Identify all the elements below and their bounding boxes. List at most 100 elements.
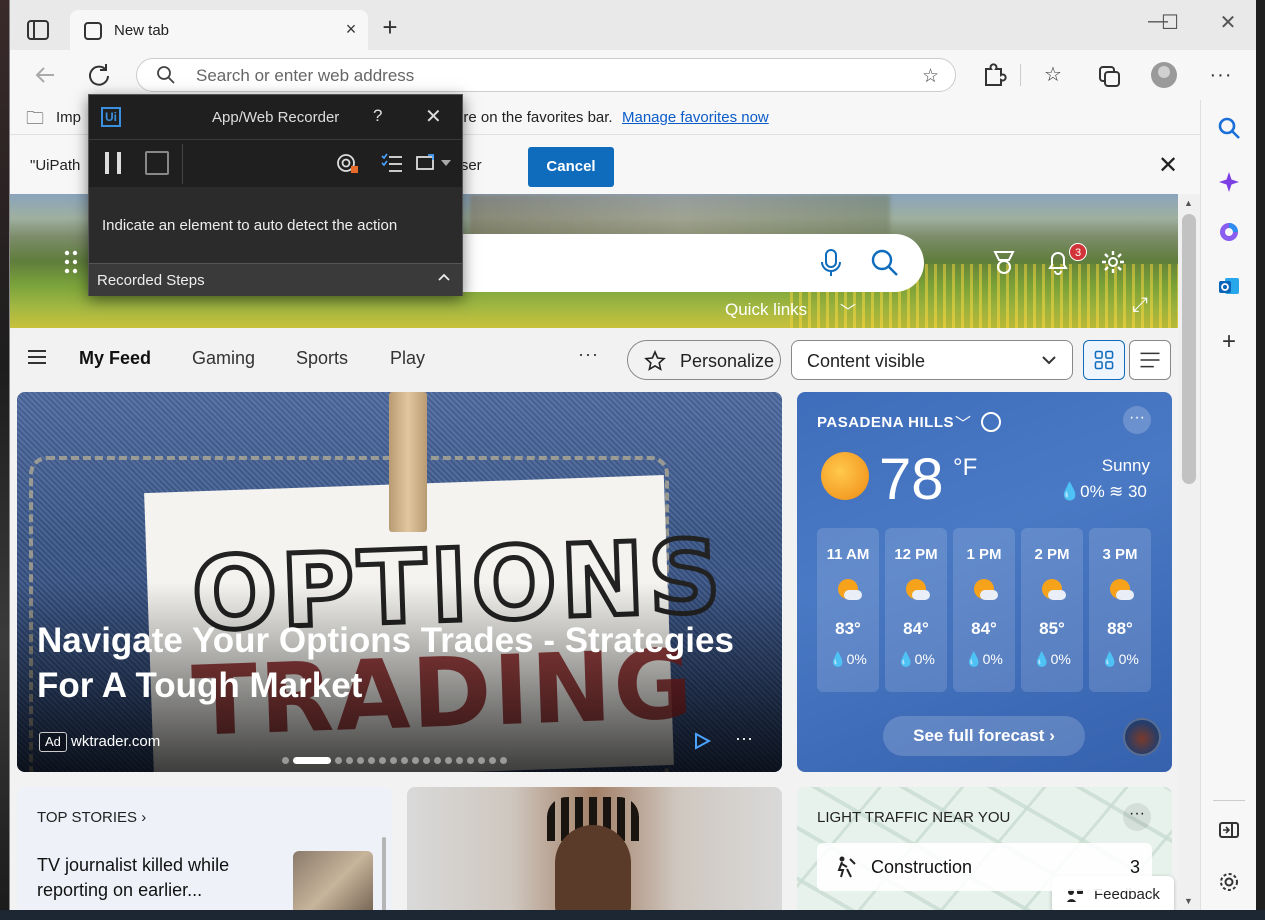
hourly-item[interactable]: 1 PM 84° 💧0% <box>953 528 1015 692</box>
story-headline[interactable]: TV journalist killed while reporting on … <box>37 853 277 903</box>
weather-more-button[interactable]: ··· <box>1123 406 1151 434</box>
hourly-item[interactable]: 2 PM 85° 💧0% <box>1021 528 1083 692</box>
story-thumbnail[interactable] <box>293 851 373 910</box>
close-icon[interactable]: ✕ <box>425 104 442 129</box>
help-icon[interactable]: ? <box>373 106 382 126</box>
carousel-dot[interactable] <box>357 756 364 764</box>
list-layout-icon[interactable] <box>1129 340 1171 380</box>
carousel-dot[interactable] <box>489 756 496 764</box>
tab-actions-icon[interactable] <box>24 16 52 44</box>
save-icon[interactable] <box>145 151 169 175</box>
scrollbar[interactable] <box>382 837 386 910</box>
target-icon[interactable] <box>335 151 361 175</box>
scroll-thumb[interactable] <box>1182 214 1196 484</box>
web-search-box[interactable] <box>430 234 924 292</box>
personalize-button[interactable]: Personalize <box>627 340 781 380</box>
chevron-down-icon[interactable]: ﹀ <box>955 410 971 434</box>
maximize-button[interactable]: ☐ <box>1150 10 1190 35</box>
ad-source[interactable]: wktrader.com <box>71 733 160 750</box>
settings-more-icon[interactable]: ··· <box>1206 61 1236 89</box>
rewards-icon[interactable] <box>990 248 1018 276</box>
recorded-steps-header[interactable]: Recorded Steps <box>89 263 462 296</box>
weather-location[interactable]: PASADENA HILLS <box>817 414 954 431</box>
carousel-dot[interactable] <box>423 756 430 764</box>
ad-more-button[interactable]: ··· <box>735 728 753 749</box>
featured-ad-card[interactable]: OPTIONS TRADING Navigate Your Options Tr… <box>17 392 782 772</box>
tab-my-feed[interactable]: My Feed <box>79 348 151 369</box>
globe-icon[interactable] <box>981 412 1001 432</box>
content-visibility-select[interactable]: Content visible <box>791 340 1073 380</box>
grid-layout-icon[interactable] <box>1083 340 1125 380</box>
menu-icon[interactable] <box>28 350 46 364</box>
tab-sports[interactable]: Sports <box>296 348 348 369</box>
news-photo-card[interactable] <box>407 787 782 910</box>
gear-icon[interactable] <box>1217 870 1241 894</box>
infobar-close-icon[interactable]: ✕ <box>1155 151 1181 180</box>
favorites-icon[interactable]: ☆ <box>1038 61 1068 89</box>
hourly-item[interactable]: 11 AM 83° 💧0% <box>817 528 879 692</box>
tab-close-button[interactable]: × <box>340 19 362 40</box>
carousel-dot[interactable] <box>456 756 463 764</box>
close-window-button[interactable]: ✕ <box>1208 10 1248 35</box>
chevron-down-icon[interactable]: ﹀ <box>840 298 856 322</box>
search-icon[interactable] <box>870 248 900 278</box>
address-bar[interactable]: Search or enter web address ☆ <box>136 58 956 92</box>
traffic-more-button[interactable]: ··· <box>1123 803 1151 831</box>
top-stories-card[interactable]: TOP STORIES › TV journalist killed while… <box>17 787 392 910</box>
pause-icon[interactable] <box>105 152 121 174</box>
extensions-icon[interactable] <box>978 61 1008 89</box>
taskbar[interactable] <box>0 910 1265 920</box>
copilot-icon[interactable] <box>1217 170 1241 194</box>
traffic-construction-row[interactable]: Construction 3 <box>817 843 1152 891</box>
cancel-button[interactable]: Cancel <box>528 147 614 187</box>
carousel-dot[interactable] <box>478 756 485 764</box>
import-favorites-icon[interactable]: 🗀 <box>26 106 44 136</box>
carousel-dot[interactable] <box>293 756 331 764</box>
carousel-dot[interactable] <box>401 756 408 764</box>
weather-card[interactable]: PASADENA HILLS ﹀ ··· 78 °F Sunny 💧0% ≋ 3… <box>797 392 1172 772</box>
carousel-dot[interactable] <box>368 756 375 764</box>
add-icon[interactable]: + <box>1217 330 1241 354</box>
page-scrollbar[interactable]: ▲ ▼ <box>1178 194 1200 910</box>
bing-search-icon[interactable] <box>1217 116 1241 140</box>
tab-gaming[interactable]: Gaming <box>192 348 255 369</box>
quick-links-toggle[interactable]: Quick links <box>725 300 807 320</box>
carousel-dot[interactable] <box>379 756 386 764</box>
app-launcher-icon[interactable] <box>64 250 78 274</box>
address-input[interactable]: Search or enter web address <box>196 66 414 86</box>
back-icon[interactable] <box>30 60 60 90</box>
carousel-dot[interactable] <box>390 756 397 764</box>
recorder-title-bar[interactable]: Ui App/Web Recorder ? ✕ <box>89 95 462 139</box>
favorite-add-icon[interactable]: ☆ <box>922 65 939 88</box>
more-tabs-button[interactable]: ··· <box>578 344 599 365</box>
new-tab-button[interactable]: + <box>376 14 404 40</box>
carousel-dot[interactable] <box>412 756 419 764</box>
step-list-icon[interactable] <box>379 151 405 175</box>
carousel-dot[interactable] <box>500 756 507 764</box>
carousel-dot[interactable] <box>335 756 342 764</box>
profile-icon[interactable] <box>1151 62 1177 88</box>
top-stories-heading[interactable]: TOP STORIES › <box>37 809 146 826</box>
hourly-item[interactable]: 3 PM 88° 💧0% <box>1089 528 1151 692</box>
adchoices-icon[interactable] <box>693 732 711 750</box>
microphone-icon[interactable] <box>817 248 845 278</box>
tab-play[interactable]: Play <box>390 348 425 369</box>
app-web-recorder-panel[interactable]: Ui App/Web Recorder ? ✕ Indicate an elem… <box>88 94 463 296</box>
office-icon[interactable] <box>1217 220 1241 244</box>
carousel-dot[interactable] <box>445 756 452 764</box>
ad-headline[interactable]: Navigate Your Options Trades - Strategie… <box>37 618 777 708</box>
weather-assistant-icon[interactable] <box>1123 718 1161 756</box>
notifications-icon[interactable] <box>1044 248 1072 276</box>
hourly-item[interactable]: 12 PM 84° 💧0% <box>885 528 947 692</box>
temperature-unit[interactable]: °F <box>953 454 977 482</box>
tab-new-tab[interactable]: New tab × <box>70 10 368 50</box>
carousel-dot[interactable] <box>434 756 441 764</box>
manage-favorites-link[interactable]: Manage favorites now <box>622 109 769 126</box>
chevron-up-icon[interactable] <box>438 272 450 284</box>
capture-options-icon[interactable] <box>415 151 455 175</box>
see-full-forecast-button[interactable]: See full forecast › <box>883 716 1085 756</box>
carousel-dot[interactable] <box>282 756 289 764</box>
gear-icon[interactable] <box>1099 248 1127 276</box>
carousel-dots[interactable] <box>282 756 507 764</box>
scroll-up-icon[interactable]: ▲ <box>1184 198 1193 208</box>
